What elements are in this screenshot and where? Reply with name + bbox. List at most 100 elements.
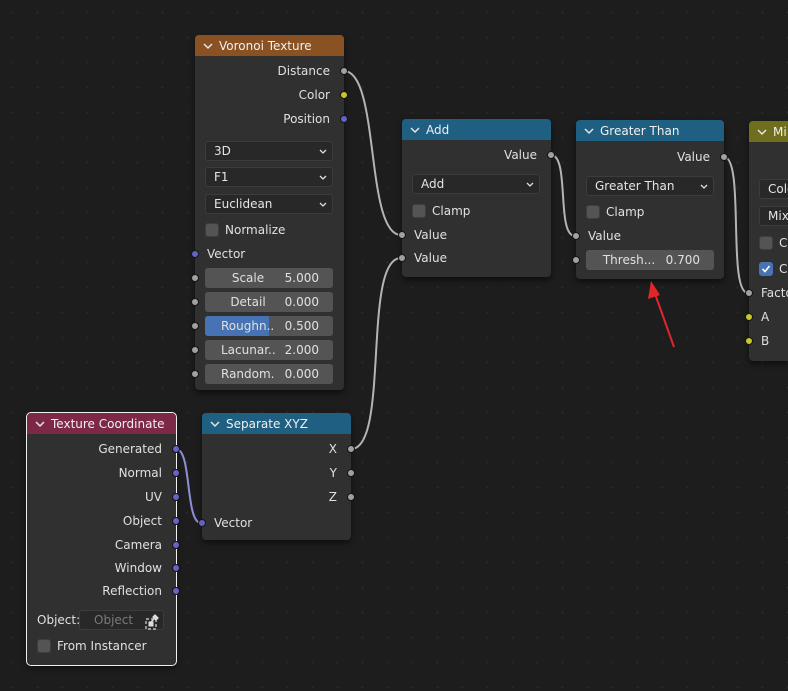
- voronoi-out-color: Color: [298, 88, 330, 102]
- socket-value-output[interactable]: [720, 153, 728, 161]
- socket-value-input-1[interactable]: [398, 231, 406, 239]
- voronoi-title: Voronoi Texture: [219, 38, 312, 53]
- separate-xyz-node[interactable]: Separate XYZ X Y Z Vector: [198, 413, 355, 540]
- socket-x-output[interactable]: [347, 445, 355, 453]
- socket-window-output[interactable]: [172, 564, 180, 572]
- detail-field[interactable]: Detail 0.000: [205, 292, 333, 312]
- socket-vector-input[interactable]: [198, 519, 206, 527]
- sepxyz-header[interactable]: Separate XYZ: [202, 413, 351, 434]
- voronoi-out-position: Position: [283, 112, 330, 126]
- chevron-down-icon: [319, 202, 327, 207]
- socket-a-input[interactable]: [745, 313, 753, 321]
- socket-normal-output[interactable]: [172, 469, 180, 477]
- object-label: Object:: [37, 613, 81, 627]
- randomness-field[interactable]: Random...0.000: [205, 364, 333, 384]
- add-out-value: Value: [504, 148, 537, 162]
- sepxyz-in-vector: Vector: [214, 516, 253, 530]
- dimension-dropdown[interactable]: 3D: [205, 141, 333, 161]
- out-reflection: Reflection: [102, 584, 162, 598]
- out-object: Object: [122, 514, 162, 528]
- socket-distance-output[interactable]: [340, 67, 348, 75]
- checkbox-box[interactable]: [205, 223, 219, 237]
- mix-checkbox-2[interactable]: Cl: [759, 262, 788, 276]
- chevron-down-icon: [319, 149, 327, 154]
- math-add-node[interactable]: Add Value Add Clamp Value Value: [398, 119, 555, 277]
- socket-value-input-2[interactable]: [398, 254, 406, 262]
- out-normal: Normal: [118, 466, 162, 480]
- mix-node[interactable]: Mi Colo Mix Cl Cl Facto A B: [745, 121, 788, 361]
- link-x-to-add: [350, 257, 402, 450]
- feature-dropdown[interactable]: F1: [205, 167, 333, 187]
- chevron-down-icon[interactable]: [410, 125, 420, 135]
- socket-vector-input[interactable]: [191, 250, 199, 258]
- distance-metric-dropdown[interactable]: Euclidean: [205, 194, 333, 214]
- texcoord-header[interactable]: Texture Coordinate: [27, 413, 176, 434]
- chevron-down-icon[interactable]: [210, 419, 220, 429]
- mix-checkbox-1[interactable]: Cl: [759, 236, 788, 250]
- normalize-checkbox[interactable]: Normalize: [205, 223, 285, 237]
- socket-lacunarity-input[interactable]: [191, 346, 199, 354]
- checkbox-box[interactable]: [586, 205, 600, 219]
- chevron-down-icon[interactable]: [203, 41, 213, 51]
- chevron-down-icon[interactable]: [757, 127, 767, 137]
- clamp-checkbox[interactable]: Clamp: [412, 204, 470, 218]
- voronoi-header[interactable]: Voronoi Texture: [195, 35, 344, 56]
- out-y: Y: [329, 466, 337, 480]
- voronoi-texture-node[interactable]: Voronoi Texture Distance Color Position …: [191, 35, 348, 390]
- greater-header[interactable]: Greater Than: [576, 120, 724, 141]
- add-header[interactable]: Add: [402, 119, 551, 140]
- add-in-value-1: Value: [414, 228, 447, 242]
- chevron-down-icon: [700, 184, 708, 189]
- clamp-checkbox[interactable]: Clamp: [586, 205, 644, 219]
- chevron-down-icon: [319, 175, 327, 180]
- chevron-down-icon[interactable]: [584, 126, 594, 136]
- socket-value-output[interactable]: [547, 151, 555, 159]
- mix-in-b: B: [761, 334, 770, 348]
- socket-camera-output[interactable]: [172, 541, 180, 549]
- out-x: X: [328, 442, 337, 456]
- socket-scale-input[interactable]: [191, 274, 199, 282]
- socket-position-output[interactable]: [340, 115, 348, 123]
- mix-title: Mi: [773, 124, 787, 139]
- socket-uv-output[interactable]: [172, 493, 180, 501]
- object-picker[interactable]: Object: [79, 610, 164, 630]
- mix-data-type-dropdown[interactable]: Colo: [759, 179, 788, 199]
- link-distance-to-add: [343, 70, 402, 236]
- checkbox-box[interactable]: [412, 204, 426, 218]
- operation-dropdown[interactable]: Add: [412, 174, 540, 194]
- socket-reflection-output[interactable]: [172, 587, 180, 595]
- socket-color-output[interactable]: [340, 91, 348, 99]
- from-instancer-checkbox[interactable]: From Instancer: [37, 639, 147, 653]
- texcoord-title: Texture Coordinate: [51, 416, 165, 431]
- out-generated: Generated: [98, 442, 162, 456]
- socket-threshold-input[interactable]: [572, 256, 580, 264]
- checkbox-box-checked[interactable]: [759, 262, 773, 276]
- operation-dropdown[interactable]: Greater Than: [586, 176, 714, 196]
- mix-in-factor: Facto: [761, 286, 788, 300]
- threshold-field[interactable]: Thresh... 0.700: [586, 250, 714, 270]
- socket-z-output[interactable]: [347, 493, 355, 501]
- chevron-down-icon[interactable]: [35, 419, 45, 429]
- eyedropper-icon[interactable]: [147, 614, 159, 626]
- roughness-field[interactable]: Roughn... 0.500: [205, 316, 333, 336]
- socket-detail-input[interactable]: [191, 298, 199, 306]
- socket-object-output[interactable]: [172, 517, 180, 525]
- socket-y-output[interactable]: [347, 469, 355, 477]
- object-placeholder: Object: [94, 613, 134, 627]
- voronoi-in-vector: Vector: [207, 247, 246, 261]
- texture-coordinate-node[interactable]: Texture Coordinate Generated Normal UV O…: [26, 412, 180, 666]
- math-greater-than-node[interactable]: Greater Than Value Greater Than Clamp Va…: [572, 120, 728, 279]
- socket-b-input[interactable]: [745, 337, 753, 345]
- scale-field[interactable]: Scale 5.000: [205, 268, 333, 288]
- socket-roughness-input[interactable]: [191, 322, 199, 330]
- socket-factor-input[interactable]: [745, 289, 753, 297]
- mix-blend-dropdown[interactable]: Mix: [759, 206, 788, 226]
- mix-header[interactable]: Mi: [749, 121, 788, 142]
- socket-value-input[interactable]: [572, 232, 580, 240]
- checkbox-box[interactable]: [37, 639, 51, 653]
- lacunarity-field[interactable]: Lacunar... 2.000: [205, 340, 333, 360]
- socket-generated-output[interactable]: [172, 445, 180, 453]
- checkbox-box[interactable]: [759, 236, 773, 250]
- socket-randomness-input[interactable]: [191, 370, 199, 378]
- checkmark-icon: [761, 265, 771, 273]
